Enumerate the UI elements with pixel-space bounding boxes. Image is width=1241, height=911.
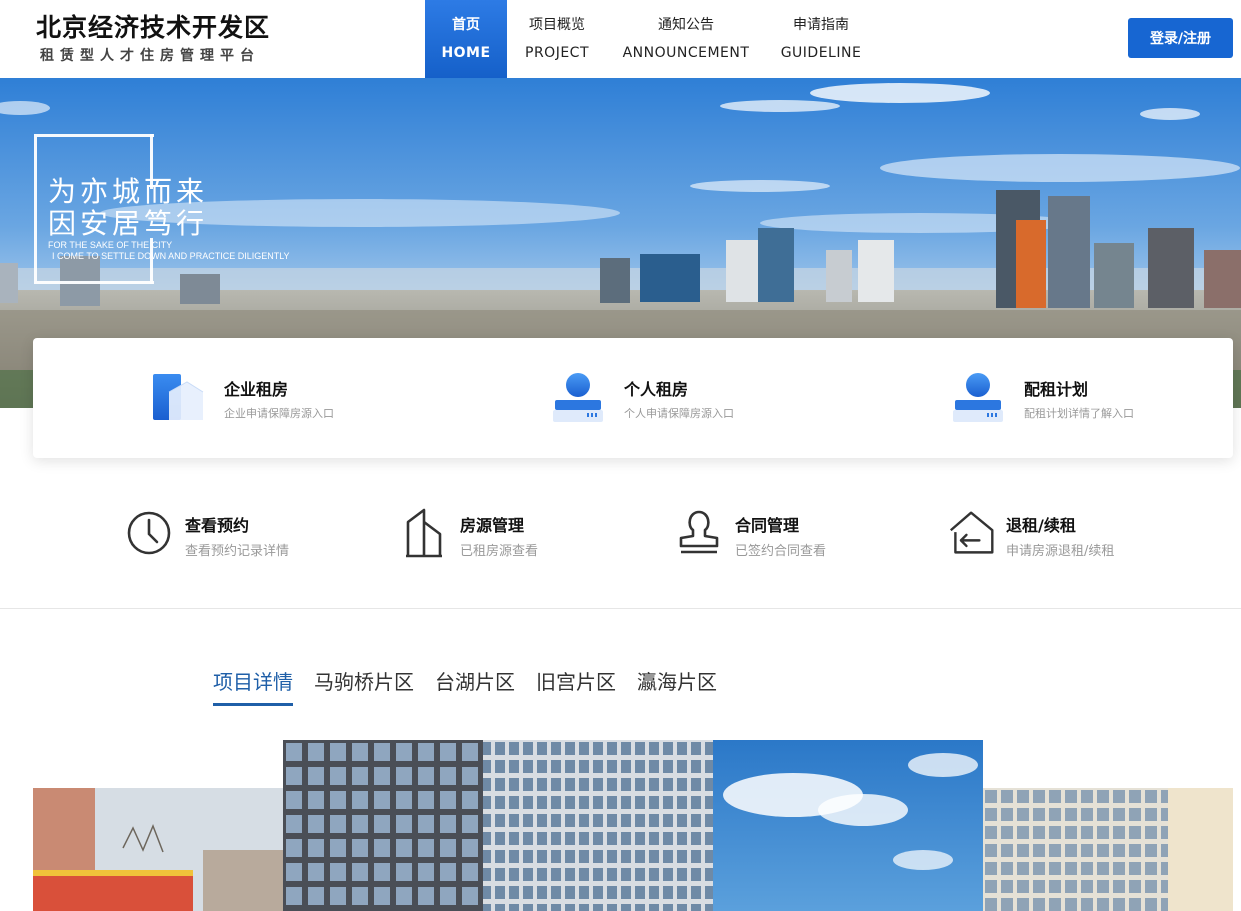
apartment-tower-photo <box>283 740 983 911</box>
nav-label-zh: 申请指南 <box>793 17 849 33</box>
nav-item-guideline[interactable]: 申请指南 GUIDELINE <box>765 0 877 78</box>
logo-title[interactable]: 北京经济技术开发区 <box>36 8 270 44</box>
service-title: 合同管理 <box>735 516 800 535</box>
quick-entry-desc: 配租计划详情了解入口 <box>1024 407 1134 420</box>
house-return-icon <box>949 511 994 554</box>
enterprise-building-icon <box>153 374 204 420</box>
gallery-image-right[interactable] <box>983 788 1233 911</box>
quick-entry-desc: 个人申请保障房源入口 <box>624 407 734 420</box>
residential-photo <box>33 788 283 911</box>
service-desc: 已签约合同查看 <box>735 544 827 559</box>
clock-icon <box>127 511 171 555</box>
nav-label-en: GUIDELINE <box>780 45 862 61</box>
nav-label-en: HOME <box>441 45 491 61</box>
nav-label-zh: 首页 <box>452 17 480 33</box>
tab-majuqiao[interactable]: 马驹桥片区 <box>314 666 414 706</box>
residential-facade-photo <box>983 788 1233 911</box>
nav-item-project[interactable]: 项目概览 PROJECT <box>507 0 607 78</box>
logo-subtitle: 租赁型人才住房管理平台 <box>40 48 260 64</box>
quick-entry-desc: 企业申请保障房源入口 <box>224 407 334 420</box>
nav-label-zh: 通知公告 <box>658 17 714 33</box>
service-desc: 申请房源退租/续租 <box>1006 544 1115 559</box>
service-desc: 查看预约记录详情 <box>185 544 290 559</box>
quick-entry-card: 企业租房 企业申请保障房源入口 个人租房 个人申请保障房源入口 配租计划 配租计… <box>33 338 1233 458</box>
quick-entry-title: 个人租房 <box>624 380 689 399</box>
nav-item-home[interactable]: 首页 HOME <box>425 0 507 78</box>
slogan-en-line-1: FOR THE SAKE OF THE CITY <box>48 240 173 250</box>
site-header: 北京经济技术开发区 租赁型人才住房管理平台 首页 HOME 项目概览 PROJE… <box>0 0 1241 78</box>
tab-taihu[interactable]: 台湖片区 <box>435 666 515 706</box>
project-tabs: 项目详情 马驹桥片区 台湖片区 旧宫片区 瀛海片区 <box>213 666 717 706</box>
quick-entry-title: 企业租房 <box>224 380 289 399</box>
slogan-line-2: 因安居笃行 <box>48 207 209 240</box>
login-register-button[interactable]: 登录/注册 <box>1128 18 1233 58</box>
section-divider <box>0 608 1241 609</box>
nav-label-en: ANNOUNCEMENT <box>622 45 750 61</box>
service-title: 房源管理 <box>460 516 525 535</box>
gallery-image-left[interactable] <box>33 788 283 911</box>
main-nav: 首页 HOME 项目概览 PROJECT 通知公告 ANNOUNCEMENT 申… <box>425 0 877 78</box>
tab-yinghai[interactable]: 瀛海片区 <box>637 666 717 706</box>
nav-item-announcement[interactable]: 通知公告 ANNOUNCEMENT <box>607 0 765 78</box>
stamp-icon <box>679 510 719 554</box>
building-icon <box>406 508 442 558</box>
gallery-image-main[interactable] <box>283 740 983 911</box>
nav-label-zh: 项目概览 <box>529 17 585 33</box>
service-title: 退租/续租 <box>1006 516 1076 535</box>
tab-project-details[interactable]: 项目详情 <box>213 666 293 706</box>
tab-jiugong[interactable]: 旧宫片区 <box>536 666 616 706</box>
person-icon <box>553 373 603 422</box>
quick-entry-title: 配租计划 <box>1024 380 1089 399</box>
nav-label-en: PROJECT <box>525 45 589 61</box>
slogan-en-line-2: I COME TO SETTLE DOWN AND PRACTICE DILIG… <box>52 251 290 261</box>
plan-person-icon <box>953 373 1003 422</box>
service-title: 查看预约 <box>185 516 250 535</box>
service-desc: 已租房源查看 <box>460 544 539 559</box>
